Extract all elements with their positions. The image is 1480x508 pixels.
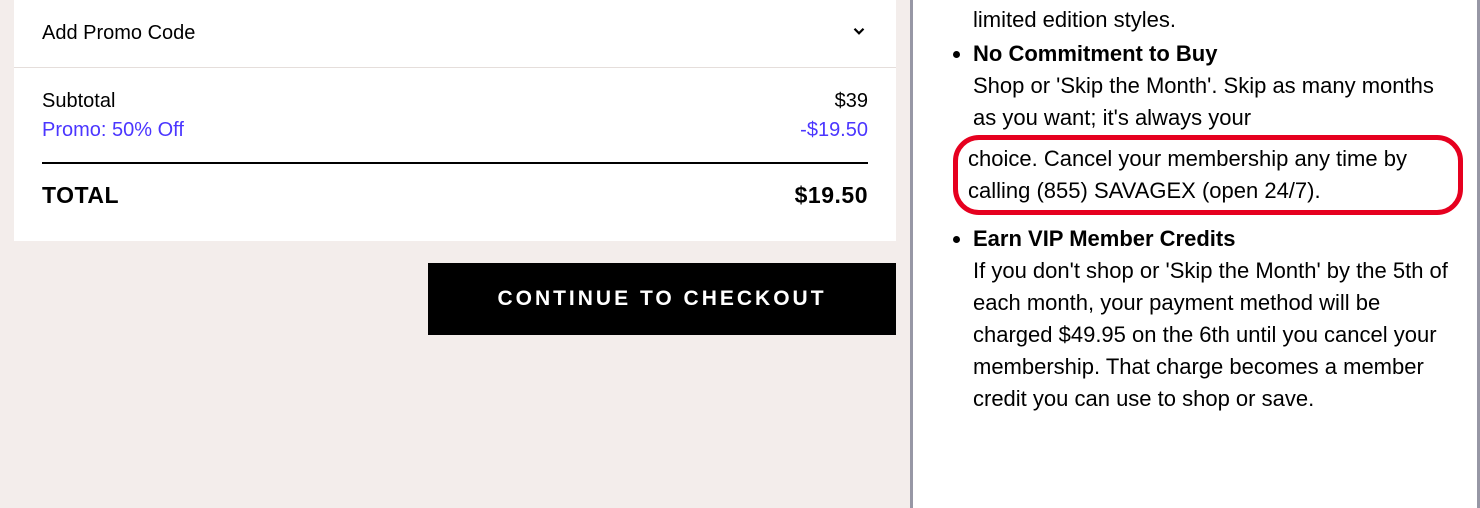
subtotal-row: Subtotal $39 — [42, 90, 868, 113]
chevron-down-icon — [850, 22, 868, 45]
total-value: $19.50 — [795, 182, 868, 209]
bullet-body: If you don't shop or 'Skip the Month' by… — [973, 255, 1449, 414]
info-text-fragment: everyone else, and get Xclusive access t… — [973, 0, 1449, 36]
bullet-head: Earn VIP Member Credits — [973, 226, 1235, 251]
add-promo-code-toggle[interactable]: Add Promo Code — [14, 0, 896, 68]
list-item: No Commitment to Buy Shop or 'Skip the M… — [973, 38, 1449, 217]
checkout-row: CONTINUE TO CHECKOUT — [0, 241, 910, 335]
membership-bullet-list: No Commitment to Buy Shop or 'Skip the M… — [941, 38, 1449, 415]
summary-body: Subtotal $39 Promo: 50% Off -$19.50 TOTA… — [14, 68, 896, 241]
total-label: TOTAL — [42, 182, 119, 209]
bullet-body-highlighted: choice. Cancel your membership any time … — [968, 146, 1407, 203]
subtotal-label: Subtotal — [42, 90, 115, 113]
subtotal-value: $39 — [835, 90, 868, 113]
membership-info-panel: everyone else, and get Xclusive access t… — [910, 0, 1480, 508]
promo-toggle-label: Add Promo Code — [42, 22, 195, 45]
list-item: Earn VIP Member Credits If you don't sho… — [973, 223, 1449, 414]
promo-value: -$19.50 — [800, 119, 868, 142]
promo-label: Promo: 50% Off — [42, 119, 184, 142]
summary-card: Add Promo Code Subtotal $39 Promo: 50% O… — [14, 0, 896, 241]
bullet-body-pre: Shop or 'Skip the Month'. Skip as many m… — [973, 70, 1449, 134]
continue-to-checkout-button[interactable]: CONTINUE TO CHECKOUT — [428, 263, 896, 335]
promo-row: Promo: 50% Off -$19.50 — [42, 119, 868, 142]
bullet-head: No Commitment to Buy — [973, 41, 1217, 66]
total-row: TOTAL $19.50 — [42, 182, 868, 217]
cancel-callout-highlight: choice. Cancel your membership any time … — [953, 135, 1463, 215]
summary-divider — [42, 162, 868, 164]
checkout-summary-panel: Add Promo Code Subtotal $39 Promo: 50% O… — [0, 0, 910, 508]
